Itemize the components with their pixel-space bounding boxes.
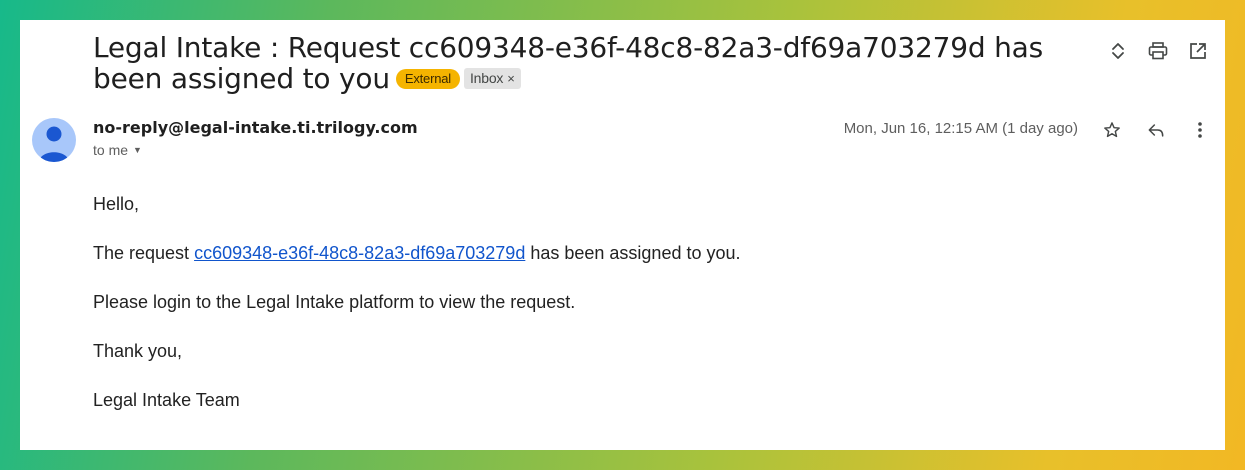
body-line-1: The request cc609348-e36f-48c8-82a3-df69… <box>93 241 1093 265</box>
sender-address[interactable]: no-reply@legal-intake.ti.trilogy.com <box>93 118 418 137</box>
email-view: Legal Intake : Request cc609348-e36f-48c… <box>20 20 1225 450</box>
chevron-down-icon[interactable]: ▼ <box>133 145 142 155</box>
greeting: Hello, <box>93 194 140 214</box>
star-icon[interactable] <box>1099 117 1125 143</box>
email-body: Hello, The request cc609348-e36f-48c8-82… <box>93 192 1093 437</box>
email-date: Mon, Jun 16, 12:15 AM (1 day ago) <box>843 120 1078 137</box>
body-line-1-prefix: The request <box>93 243 195 263</box>
closing: Thank you, <box>93 341 183 361</box>
open-in-new-window-icon[interactable] <box>1185 38 1211 64</box>
inbox-label[interactable]: Inbox × <box>463 68 521 89</box>
reply-icon[interactable] <box>1143 117 1169 143</box>
remove-label-icon[interactable]: × <box>507 71 515 86</box>
external-badge: External <box>395 69 460 89</box>
recipient-details[interactable]: to me ▼ <box>93 142 142 158</box>
print-icon[interactable] <box>1145 38 1171 64</box>
more-vert-icon[interactable] <box>1187 117 1213 143</box>
subject-text: Legal Intake : Request cc609348-e36f-48c… <box>93 31 1043 95</box>
message-toolbar <box>1099 117 1213 143</box>
subject-toolbar <box>1105 38 1211 64</box>
signature: Legal Intake Team <box>93 390 240 410</box>
recipient-label: to me <box>93 142 129 158</box>
body-line-1-suffix: has been assigned to you. <box>525 243 741 263</box>
body-line-2: Please login to the Legal Intake platfor… <box>93 292 576 312</box>
avatar <box>32 118 76 162</box>
inbox-label-text: Inbox <box>469 70 504 86</box>
email-subject: Legal Intake : Request cc609348-e36f-48c… <box>93 32 1053 94</box>
expand-collapse-icon[interactable] <box>1105 38 1131 64</box>
request-link[interactable]: cc609348-e36f-48c8-82a3-df69a703279d <box>194 243 525 263</box>
